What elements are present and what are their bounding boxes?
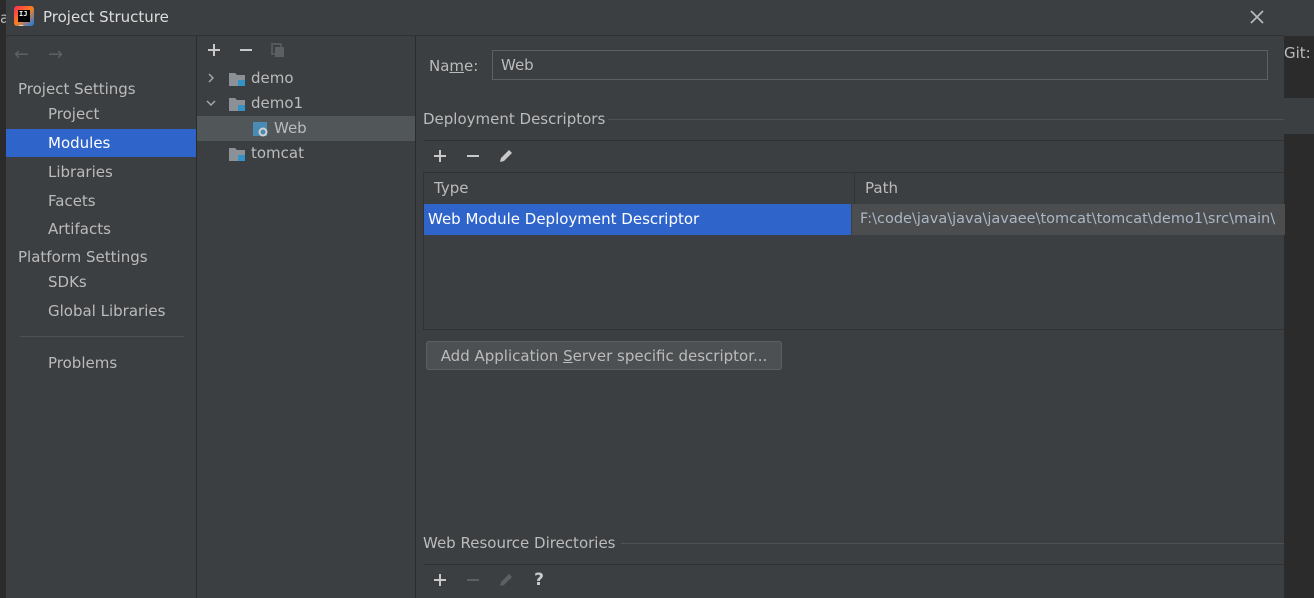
module-folder-icon xyxy=(229,148,245,161)
column-header-type[interactable]: Type xyxy=(424,173,854,204)
add-server-descriptor-button[interactable]: Add Application Server specific descript… xyxy=(426,341,782,370)
button-text: Add Application xyxy=(440,346,564,365)
back-arrow-icon[interactable]: ← xyxy=(14,44,34,65)
chevron-down-icon[interactable] xyxy=(206,98,216,108)
edit-pencil-icon[interactable] xyxy=(497,571,515,589)
module-tree-panel: demo demo1 Web tomcat xyxy=(197,36,416,598)
copy-icon[interactable] xyxy=(269,41,287,59)
background-ide-bar xyxy=(1284,98,1314,134)
platform-settings-header: Platform Settings xyxy=(18,248,148,266)
sidebar-item-facets[interactable]: Facets xyxy=(6,187,196,215)
sidebar-item-project[interactable]: Project xyxy=(6,100,196,128)
remove-icon[interactable] xyxy=(237,41,255,59)
web-resource-directories-title: Web Resource Directories xyxy=(423,534,616,552)
cell-path[interactable]: F:\code\java\java\javaee\tomcat\tomcat\d… xyxy=(852,204,1285,235)
sidebar-item-problems[interactable]: Problems xyxy=(6,349,196,377)
column-header-path[interactable]: Path xyxy=(855,173,1285,204)
chevron-right-icon[interactable] xyxy=(206,73,216,83)
table-row[interactable]: Web Module Deployment Descriptor F:\code… xyxy=(424,204,1285,235)
name-label-text: e: xyxy=(464,57,479,75)
help-icon[interactable]: ? xyxy=(530,570,548,590)
sidebar-item-sdks[interactable]: SDKs xyxy=(6,268,196,296)
name-label-text: Na xyxy=(429,57,450,75)
window-title: Project Structure xyxy=(43,8,169,26)
name-field[interactable] xyxy=(492,50,1268,80)
deployment-descriptors-table: Type Path Web Module Deployment Descript… xyxy=(423,172,1285,330)
add-directory-icon[interactable] xyxy=(431,571,449,589)
intellij-logo-icon: IJ _ xyxy=(14,6,34,26)
sidebar-item-global-libraries[interactable]: Global Libraries xyxy=(6,297,196,325)
table-header: Type Path xyxy=(424,173,1285,205)
tree-node-tomcat[interactable]: tomcat xyxy=(197,141,415,166)
title-bar: IJ _ Project Structure xyxy=(6,0,1284,36)
remove-descriptor-icon[interactable] xyxy=(464,147,482,165)
name-label: Name: xyxy=(429,57,478,75)
background-git-label: Git: xyxy=(1284,44,1311,62)
close-icon[interactable] xyxy=(1246,6,1268,28)
settings-sidebar: ← → Project Settings Project Modules Lib… xyxy=(6,36,197,598)
project-settings-header: Project Settings xyxy=(18,80,136,98)
button-text: erver specific descriptor... xyxy=(572,346,768,365)
tree-node-label: demo xyxy=(251,69,294,87)
toolbar-border xyxy=(423,140,1284,141)
group-divider xyxy=(621,543,1284,544)
group-divider xyxy=(608,119,1284,120)
tree-node-web[interactable]: Web xyxy=(197,116,415,141)
web-facet-icon xyxy=(253,122,268,137)
cell-type[interactable]: Web Module Deployment Descriptor xyxy=(424,204,851,235)
edit-pencil-icon[interactable] xyxy=(497,147,515,165)
tree-node-label: tomcat xyxy=(251,144,304,162)
tree-node-label: Web xyxy=(274,119,307,137)
forward-arrow-icon[interactable]: → xyxy=(48,44,68,65)
tree-node-demo1[interactable]: demo1 xyxy=(197,91,415,116)
sidebar-item-artifacts[interactable]: Artifacts xyxy=(6,215,196,243)
button-mnemonic: S xyxy=(563,346,573,365)
remove-directory-icon[interactable] xyxy=(464,571,482,589)
module-folder-icon xyxy=(229,73,245,86)
toolbar-border xyxy=(423,564,1284,565)
add-descriptor-icon[interactable] xyxy=(431,147,449,165)
tree-node-demo[interactable]: demo xyxy=(197,66,415,91)
module-folder-icon xyxy=(229,98,245,111)
facet-settings-panel: Name: Deployment Descriptors Type Path W… xyxy=(416,36,1285,598)
sidebar-divider xyxy=(20,336,184,337)
sidebar-item-modules[interactable]: Modules xyxy=(6,129,196,157)
add-icon[interactable] xyxy=(205,41,223,59)
deployment-descriptors-title: Deployment Descriptors xyxy=(423,110,606,128)
sidebar-item-libraries[interactable]: Libraries xyxy=(6,158,196,186)
tree-node-label: demo1 xyxy=(251,94,304,112)
name-label-mnemonic: m xyxy=(449,57,465,75)
